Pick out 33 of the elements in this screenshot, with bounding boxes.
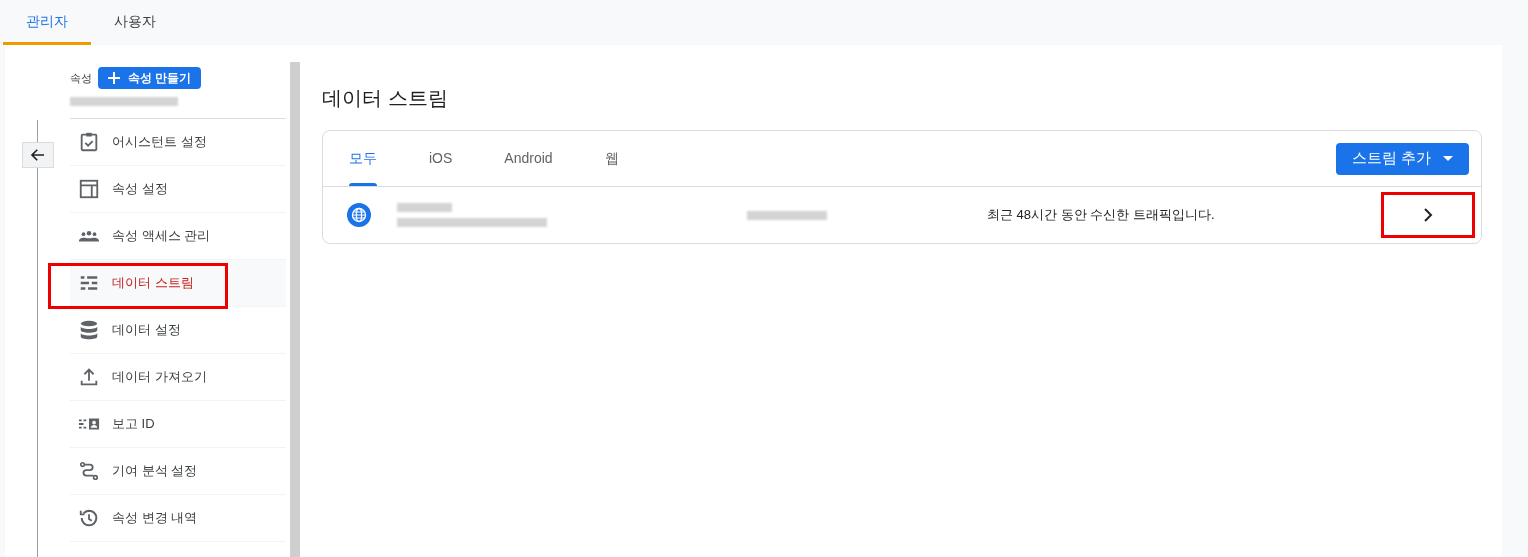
redacted-text [397,203,452,212]
sidebar-item[interactable]: 데이터 스트림 [70,260,286,307]
chevron-right-icon[interactable] [1422,208,1434,222]
create-property-button[interactable]: 속성 만들기 [98,67,202,89]
back-button[interactable] [22,142,54,168]
upload-icon [78,366,100,388]
sidebar-item[interactable]: 보고 ID [70,401,286,448]
sidebar-item[interactable]: 데이터 가져오기 [70,354,286,401]
stream-tab[interactable]: Android [478,131,579,186]
dropdown-caret-icon [1443,156,1453,161]
top-tab[interactable]: 사용자 [91,0,179,45]
add-stream-button[interactable]: 스트림 추가 [1335,142,1469,175]
section-label: 속성 [70,70,92,86]
sidebar-item[interactable]: 데이터 설정 [70,307,286,354]
clipboard-check-icon [78,131,100,153]
layout-icon [78,178,100,200]
history-icon [78,507,100,529]
database-icon [78,319,100,341]
sidebar-item[interactable]: 기여 분석 설정 [70,448,286,495]
page-title: 데이터 스트림 [322,86,449,111]
scrollbar[interactable] [290,62,300,557]
globe-icon [347,203,371,227]
back-arrow-icon [29,146,47,164]
route-icon [78,460,100,482]
stream-tab[interactable]: iOS [403,131,479,186]
stream-tab[interactable]: 모두 [323,131,403,186]
sidebar-item[interactable]: 어시스턴트 설정 [70,119,286,166]
traffic-status: 최근 48시간 동안 수신한 트래픽입니다. [987,206,1215,225]
sidebar-item[interactable]: 속성 설정 [70,166,286,213]
plus-icon [108,72,120,84]
stream-tab[interactable]: 웹 [578,131,645,186]
sidebar-item[interactable]: 속성 변경 내역 [70,495,286,542]
stream-row[interactable]: 최근 48시간 동안 수신한 트래픽입니다. [323,187,1481,243]
